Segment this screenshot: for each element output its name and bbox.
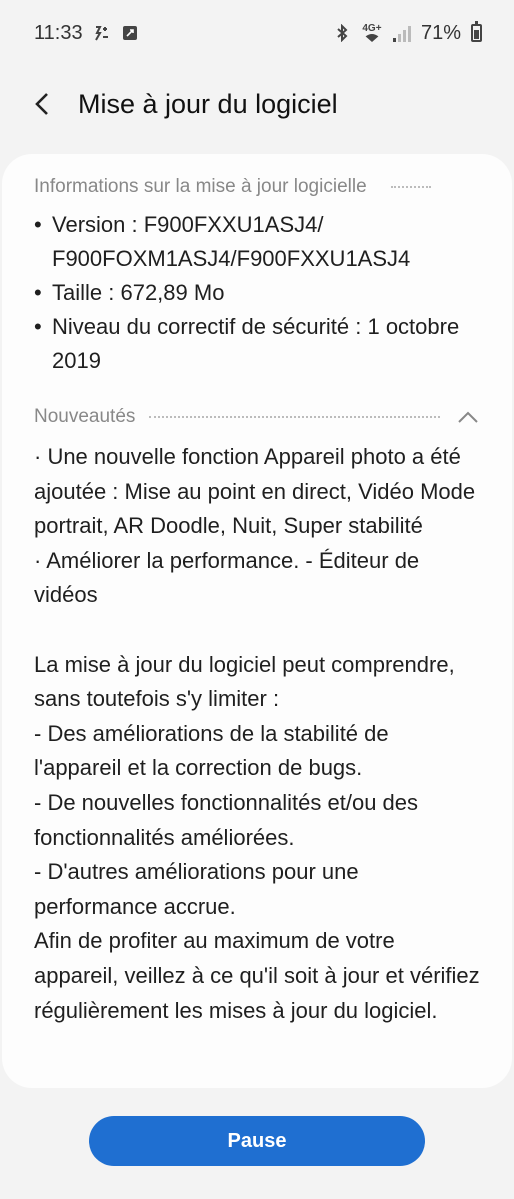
info-list: Version : F900FXXU1ASJ4/ F900FOXM1ASJ4/F… bbox=[34, 208, 480, 378]
info-section-header: Informations sur la mise à jour logiciel… bbox=[34, 172, 480, 202]
info-size: Taille : 672,89 Mo bbox=[34, 276, 480, 310]
bluetooth-icon bbox=[333, 24, 351, 42]
news-heading: Nouveautés bbox=[34, 406, 136, 427]
update-details-card[interactable]: Informations sur la mise à jour logiciel… bbox=[2, 154, 512, 1088]
app-header: Mise à jour du logiciel bbox=[0, 66, 514, 142]
info-security-patch: Niveau du correctif de sécurité : 1 octo… bbox=[34, 310, 480, 378]
status-right: 4G+ 71% bbox=[333, 21, 482, 45]
status-left: 11:33 bbox=[34, 22, 139, 45]
section-divider bbox=[390, 186, 431, 188]
pause-button[interactable]: Pause bbox=[89, 1116, 425, 1166]
data-saver-icon bbox=[93, 24, 111, 42]
info-heading: Informations sur la mise à jour logiciel… bbox=[34, 176, 367, 197]
release-notes: · Une nouvelle fonction Appareil photo a… bbox=[34, 444, 480, 1023]
battery-icon bbox=[471, 21, 482, 42]
status-time: 11:33 bbox=[34, 21, 83, 44]
screenshot-icon bbox=[121, 24, 139, 42]
status-bar: 11:33 4G+ 71% bbox=[0, 0, 514, 66]
page-title: Mise à jour du logiciel bbox=[78, 88, 338, 119]
back-button[interactable] bbox=[22, 84, 62, 124]
chevron-left-icon bbox=[35, 93, 48, 115]
signal-icon bbox=[392, 24, 411, 42]
network-type: 4G+ bbox=[362, 23, 382, 34]
wifi-icon: 4G+ bbox=[361, 24, 383, 42]
chevron-up-icon[interactable] bbox=[456, 407, 480, 427]
news-section-header[interactable]: Nouveautés bbox=[34, 402, 480, 432]
battery-percent: 71% bbox=[420, 21, 461, 44]
info-version: Version : F900FXXU1ASJ4/ F900FOXM1ASJ4/F… bbox=[34, 208, 480, 276]
section-divider bbox=[149, 416, 440, 418]
